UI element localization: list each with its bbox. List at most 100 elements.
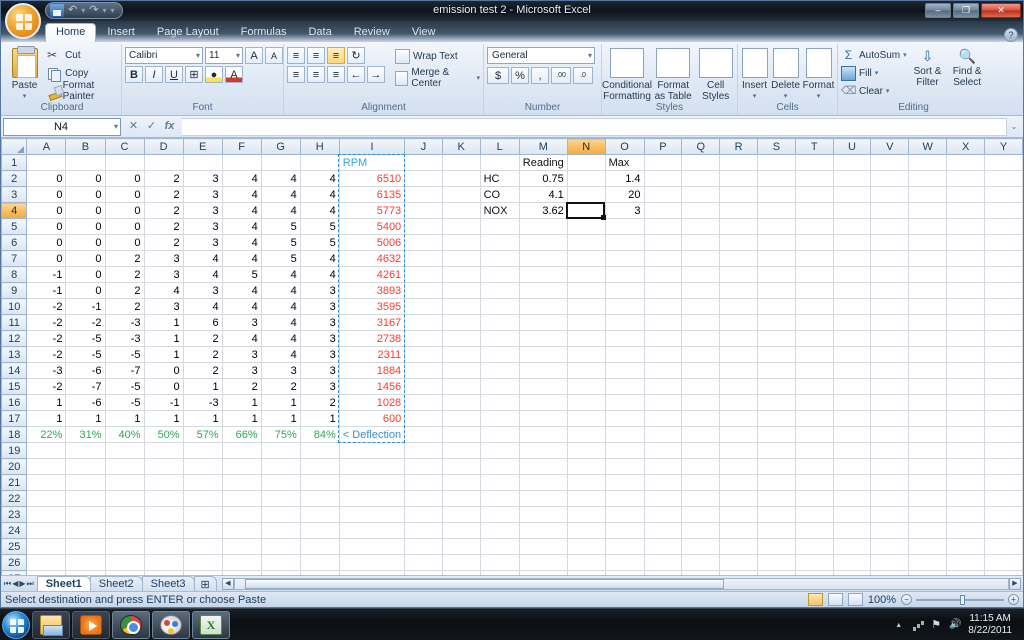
cell-U26[interactable] [832, 554, 872, 571]
cell-Y25[interactable] [984, 538, 1023, 555]
customize-qat-icon[interactable]: ▾ [110, 6, 114, 15]
cell-O10[interactable] [604, 298, 645, 315]
insert-chevron-down-icon[interactable]: ▾ [753, 91, 757, 102]
last-sheet-icon[interactable]: ⏭ [27, 579, 34, 589]
cell-W1[interactable] [908, 154, 948, 171]
cell-A23[interactable] [26, 506, 67, 523]
help-icon[interactable]: ? [1004, 28, 1018, 42]
cell-P15[interactable] [643, 378, 683, 395]
cell-Y16[interactable] [984, 394, 1023, 411]
cell-S22[interactable] [757, 490, 796, 507]
cell-B5[interactable]: 0 [65, 218, 106, 235]
cell-P27[interactable] [643, 570, 683, 575]
cell-T25[interactable] [794, 538, 834, 555]
cell-V13[interactable] [870, 346, 910, 363]
cell-O4[interactable]: 3 [604, 202, 645, 219]
cell-L5[interactable] [479, 218, 520, 235]
cell-V14[interactable] [870, 362, 910, 379]
cell-Y14[interactable] [984, 362, 1023, 379]
cell-C10[interactable]: 2 [104, 298, 145, 315]
align-top-button[interactable]: ≡ [287, 47, 305, 64]
row-header-16[interactable]: 16 [1, 394, 28, 411]
column-header-n[interactable]: N [566, 138, 606, 155]
cell-I25[interactable] [338, 538, 406, 555]
cell-H7[interactable]: 4 [299, 250, 340, 267]
cell-B11[interactable]: -2 [65, 314, 106, 331]
cell-Q22[interactable] [681, 490, 721, 507]
cell-F17[interactable]: 1 [221, 410, 262, 427]
cell-X17[interactable] [946, 410, 985, 427]
cell-L20[interactable] [479, 458, 520, 475]
cell-T12[interactable] [794, 330, 834, 347]
cell-Q24[interactable] [681, 522, 721, 539]
cell-U27[interactable] [832, 570, 872, 575]
cell-Y18[interactable] [984, 426, 1023, 443]
cell-X25[interactable] [946, 538, 985, 555]
cell-L6[interactable] [479, 234, 520, 251]
cell-H21[interactable] [299, 474, 340, 491]
cell-D17[interactable]: 1 [143, 410, 184, 427]
cell-Q4[interactable] [681, 202, 721, 219]
cell-F9[interactable]: 4 [221, 282, 262, 299]
cell-R27[interactable] [719, 570, 759, 575]
cell-E5[interactable]: 3 [182, 218, 223, 235]
cell-L26[interactable] [479, 554, 520, 571]
view-page-layout-button[interactable] [827, 593, 843, 606]
cell-X9[interactable] [946, 282, 985, 299]
clear-button[interactable]: ⌫ Clear ▾ [841, 83, 907, 99]
cell-C23[interactable] [104, 506, 145, 523]
cell-P22[interactable] [643, 490, 683, 507]
cell-W9[interactable] [908, 282, 948, 299]
cell-L21[interactable] [479, 474, 520, 491]
cell-O18[interactable] [604, 426, 645, 443]
cell-K26[interactable] [441, 554, 481, 571]
cell-U25[interactable] [832, 538, 872, 555]
cell-P23[interactable] [643, 506, 683, 523]
cell-G18[interactable]: 75% [260, 426, 301, 443]
scroll-left-icon[interactable]: ◀ [221, 577, 234, 590]
cell-P8[interactable] [643, 266, 683, 283]
cell-K6[interactable] [441, 234, 481, 251]
row-header-2[interactable]: 2 [1, 170, 28, 187]
cell-H27[interactable] [299, 570, 340, 575]
fill-button[interactable]: Fill ▾ [841, 65, 907, 81]
cell-E17[interactable]: 1 [182, 410, 223, 427]
cell-C22[interactable] [104, 490, 145, 507]
cell-R16[interactable] [719, 394, 759, 411]
cell-C21[interactable] [104, 474, 145, 491]
delete-chevron-down-icon[interactable]: ▾ [784, 91, 788, 102]
cell-A9[interactable]: -1 [26, 282, 67, 299]
row-header-13[interactable]: 13 [1, 346, 28, 363]
hscroll-thumb[interactable] [244, 578, 725, 589]
cell-V24[interactable] [870, 522, 910, 539]
cell-K1[interactable] [441, 154, 481, 171]
cell-O8[interactable] [604, 266, 645, 283]
cell-E14[interactable]: 2 [182, 362, 223, 379]
cell-L19[interactable] [479, 442, 520, 459]
cell-L1[interactable] [479, 154, 520, 171]
cell-J20[interactable] [404, 458, 443, 475]
cell-W25[interactable] [908, 538, 948, 555]
cell-V8[interactable] [870, 266, 910, 283]
cell-N21[interactable] [566, 474, 606, 491]
cell-O16[interactable] [604, 394, 645, 411]
cell-Q11[interactable] [681, 314, 721, 331]
cell-G2[interactable]: 4 [260, 170, 301, 187]
column-header-j[interactable]: J [404, 138, 443, 155]
row-header-27[interactable]: 27 [1, 570, 28, 575]
cell-B17[interactable]: 1 [65, 410, 106, 427]
cell-R17[interactable] [719, 410, 759, 427]
cell-X18[interactable] [946, 426, 985, 443]
cell-W4[interactable] [908, 202, 948, 219]
cell-R15[interactable] [719, 378, 759, 395]
cell-F10[interactable]: 4 [221, 298, 262, 315]
cell-D18[interactable]: 50% [143, 426, 184, 443]
cell-I9[interactable]: 3893 [338, 282, 406, 299]
cell-I15[interactable]: 1456 [338, 378, 406, 395]
font-size-combo[interactable]: 11 ▾ [205, 47, 243, 64]
spreadsheet-grid[interactable]: ABCDEFGHIJKLMNOPQRSTUVWXY 1 RPM Reading Max… [1, 138, 1023, 575]
show-hidden-icons-icon[interactable] [895, 618, 908, 631]
cell-D27[interactable] [143, 570, 184, 575]
cell-Q1[interactable] [681, 154, 721, 171]
tab-view[interactable]: View [401, 23, 447, 42]
